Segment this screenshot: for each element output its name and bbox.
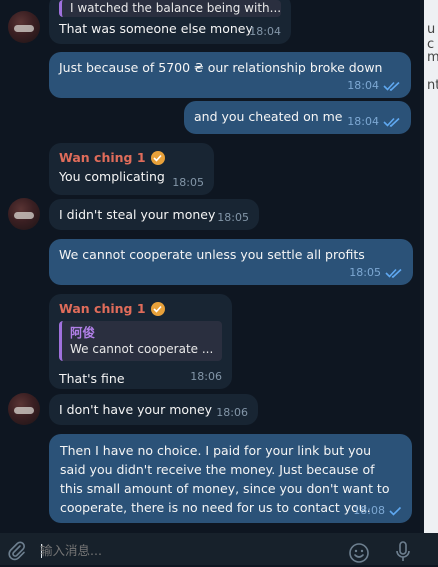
message-bubble-incoming[interactable]: I watched the balance being with... That… (49, 0, 291, 44)
paperclip-icon[interactable] (8, 541, 26, 564)
contact-avatar[interactable] (8, 393, 40, 425)
message-composer (0, 533, 438, 565)
reply-quote[interactable]: 阿俊 We cannot cooperate ... (59, 321, 222, 361)
contact-avatar[interactable] (8, 198, 40, 230)
chat-history[interactable]: I watched the balance being with... That… (0, 0, 424, 533)
single-check-icon (389, 506, 402, 516)
message-bubble-outgoing[interactable]: We cannot cooperate unless you settle al… (49, 239, 413, 285)
contact-avatar[interactable] (8, 11, 40, 43)
message-bubble-outgoing[interactable]: Just because of 5700 ₴ our relationship … (49, 52, 411, 98)
message-bubble-incoming[interactable]: Wan ching 1 You complicating 18:05 (49, 143, 214, 195)
message-text: Just because of 5700 ₴ our relationship … (59, 60, 383, 75)
message-bubble-incoming[interactable]: Wan ching 1 阿俊 We cannot cooperate ... T… (49, 294, 232, 389)
edge-text-fragment: m (427, 50, 438, 65)
message-bubble-incoming[interactable]: I don't have your money 18:06 (49, 394, 258, 425)
message-bubble-outgoing[interactable]: Then I have no choice. I paid for your l… (49, 434, 412, 523)
message-time: 18:05 (172, 176, 204, 189)
reply-quote[interactable]: I watched the balance being with... (59, 0, 281, 17)
message-text: That was someone else money (59, 21, 253, 36)
reply-quote-text: I watched the balance being with... (70, 1, 282, 15)
reply-quote-author: 阿俊 (70, 325, 96, 340)
verified-badge-icon (150, 151, 165, 165)
message-time: 18:08 (353, 504, 385, 517)
background-window-edge: u c m nt (424, 0, 438, 533)
message-time: 18:04 (249, 25, 281, 38)
message-time: 18:05 (349, 266, 381, 279)
reply-quote-text: We cannot cooperate ... (70, 342, 214, 356)
message-bubble-incoming[interactable]: I didn't steal your money 18:05 (49, 199, 259, 230)
double-check-icon (383, 81, 401, 91)
edge-text-fragment: u c (427, 22, 436, 52)
double-check-icon (383, 117, 401, 127)
microphone-icon[interactable] (395, 541, 411, 566)
message-input[interactable] (40, 541, 290, 559)
verified-badge-icon (150, 302, 165, 316)
sender-name[interactable]: Wan ching 1 (59, 300, 222, 318)
edge-text-fragment: nt (427, 78, 438, 93)
message-time: 18:04 (347, 79, 379, 92)
message-time: 18:06 (216, 406, 248, 419)
message-text: We cannot cooperate unless you settle al… (59, 247, 365, 262)
message-time: 18:04 (347, 115, 379, 128)
message-text: Then I have no choice. I paid for your l… (60, 443, 390, 515)
message-bubble-outgoing[interactable]: and you cheated on me 18:04 (184, 101, 411, 134)
message-time: 18:05 (217, 211, 249, 224)
message-time: 18:06 (190, 370, 222, 383)
sender-name[interactable]: Wan ching 1 (59, 149, 204, 167)
double-check-icon (385, 268, 403, 278)
emoji-icon[interactable] (348, 542, 370, 567)
